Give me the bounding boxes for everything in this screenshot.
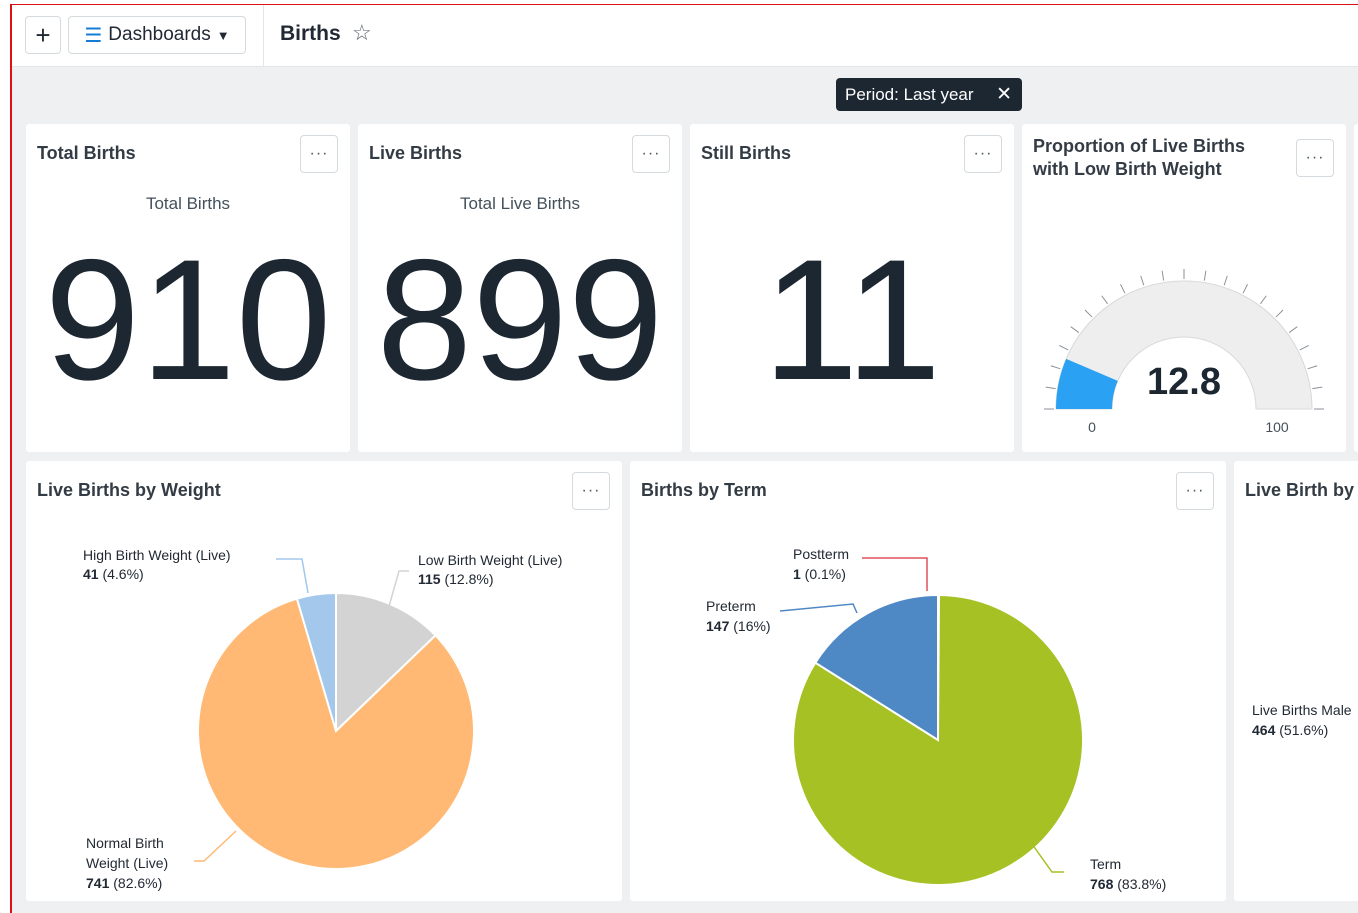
gauge-tick <box>1260 295 1267 305</box>
gauge-tick <box>1299 344 1309 351</box>
gauge-tick <box>1070 326 1080 333</box>
gauge-tick <box>1242 284 1249 294</box>
leader-line <box>194 830 237 862</box>
gauge-tick <box>1084 309 1093 318</box>
add-button[interactable]: + <box>25 16 61 54</box>
slice-label-value: 1 (0.1%) <box>793 566 846 582</box>
kpi-subtitle: Total Births <box>145 194 231 213</box>
star-icon[interactable]: ☆ <box>352 20 372 46</box>
slice-label-value: 768 (83.8%) <box>1090 876 1166 892</box>
leader-line <box>276 558 309 594</box>
slice-label-value: 41 (4.6%) <box>83 566 144 582</box>
dashboard-frame: + ☰ Dashboards ▼ Births ☆ Period: Last y… <box>10 4 1358 913</box>
slice-label-value: 464 (51.6%) <box>1252 722 1328 738</box>
header-divider <box>263 5 264 67</box>
dashboards-menu-button[interactable]: ☰ Dashboards ▼ <box>68 16 246 54</box>
gauge-tick <box>1140 275 1145 286</box>
gauge-tick <box>1275 309 1284 318</box>
card-menu-button[interactable]: ··· <box>964 135 1002 173</box>
card-live-births: Live Births ··· Total Live Births 899 <box>358 124 682 452</box>
slice-label-name: High Birth Weight (Live) <box>83 547 231 563</box>
card-menu-button[interactable]: ··· <box>300 135 338 173</box>
kpi-value: 899 <box>376 224 664 416</box>
gauge-tick <box>1119 284 1126 294</box>
gauge-tick <box>1203 270 1207 281</box>
plus-icon: + <box>35 19 51 50</box>
slice-label-name: Term <box>1090 856 1121 872</box>
gauge-tick <box>1059 344 1069 351</box>
gauge-min-label: 0 <box>1088 419 1096 435</box>
slice-label-value: 115 (12.8%) <box>418 571 494 587</box>
gauge-tick <box>1288 326 1298 333</box>
gauge-tick <box>1101 295 1108 305</box>
slice-label-name: Preterm <box>706 598 756 614</box>
card-still-births: Still Births ··· 11 <box>690 124 1014 452</box>
card-title: Live Births <box>369 143 463 163</box>
chevron-down-icon: ▼ <box>216 27 230 43</box>
slice-label-name: Postterm <box>793 546 849 562</box>
page-title: Births <box>280 22 341 45</box>
filter-chip-label: Period: Last year <box>845 84 974 104</box>
dashboards-label: Dashboards <box>108 24 211 45</box>
card-live-births-by-weight: Live Births by Weight ··· High Birth Wei… <box>26 461 622 901</box>
leader-line <box>1031 843 1064 873</box>
gauge-tick <box>1050 365 1061 370</box>
pie-chart-weight: High Birth Weight (Live) 41 (4.6%) Low B… <box>83 547 562 891</box>
card-menu-button[interactable]: ··· <box>632 135 670 173</box>
gauge-tick <box>1045 386 1056 390</box>
pie-chart-term: Postterm 1 (0.1%) Preterm 147 (16%) Term… <box>706 546 1166 892</box>
gauge-tick <box>1161 270 1165 281</box>
gauge-tick <box>1307 365 1318 370</box>
slice-label-value: 147 (16%) <box>706 618 771 634</box>
leader-line <box>779 603 858 614</box>
gauge-value: 12.8 <box>1147 361 1221 403</box>
kpi-value: 910 <box>44 224 332 416</box>
gauge-max-label: 100 <box>1265 419 1289 435</box>
card-low-birth-weight-gauge: Proportion of Live Births with Low Birth… <box>1022 124 1346 452</box>
card-title: Total Births <box>37 143 136 163</box>
slice-label-name: Weight (Live) <box>86 855 168 871</box>
card-live-birth-by-gender: Live Birth by Live Births Male 464 (51.6… <box>1234 461 1358 901</box>
card-births-by-term: Births by Term ··· Postterm 1 (0.1%) Pre… <box>630 461 1226 901</box>
gauge-tick <box>1312 386 1323 390</box>
pie-chart-gender: Live Births Male 464 (51.6%) <box>1252 702 1352 738</box>
filter-chip-period[interactable]: Period: Last year ✕ <box>836 78 1022 111</box>
slice-label-name: Normal Birth <box>86 835 164 851</box>
hamburger-icon: ☰ <box>84 24 103 47</box>
slice-label-value: 741 (82.6%) <box>86 875 162 891</box>
card-total-births: Total Births ··· Total Births 910 <box>26 124 350 452</box>
slice-label-name: Live Births Male <box>1252 702 1352 718</box>
leader-line <box>862 557 928 591</box>
kpi-subtitle: Total Live Births <box>460 194 580 213</box>
close-icon[interactable]: ✕ <box>996 83 1012 106</box>
gauge-tick <box>1223 275 1228 286</box>
dashboard-header: + ☰ Dashboards ▼ Births ☆ <box>12 5 1358 67</box>
gauge-chart: 12.8 0 100 <box>1044 269 1324 435</box>
kpi-value: 11 <box>762 224 942 416</box>
card-title: Still Births <box>701 143 792 163</box>
card-partial <box>1354 124 1358 452</box>
slice-label-name: Low Birth Weight (Live) <box>418 552 562 568</box>
